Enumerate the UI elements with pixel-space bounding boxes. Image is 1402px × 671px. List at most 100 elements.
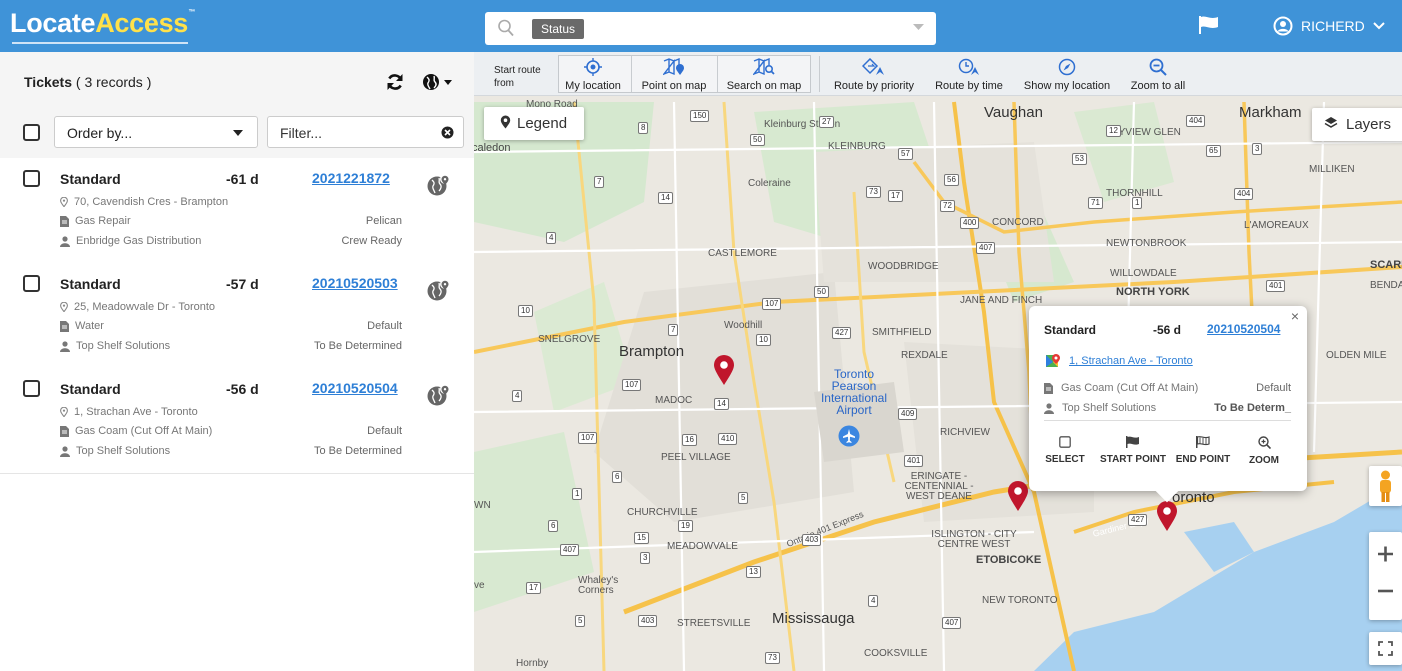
start-route-label: Start route from [494, 64, 541, 90]
show-my-location-button[interactable]: Show my location [1017, 52, 1117, 96]
filter-placeholder: Filter... [280, 125, 323, 141]
search-on-map-button[interactable]: Search on map [720, 52, 808, 96]
tickets-count: ( 3 records ) [75, 74, 152, 90]
map-label: COOKSVILLE [864, 648, 928, 659]
start-route-line2: from [494, 78, 514, 89]
order-by-select[interactable]: Order by... [54, 116, 258, 148]
map-label: MADOC [655, 395, 693, 406]
route-shield: 56 [944, 174, 959, 186]
airport-icon [838, 425, 860, 447]
map-pin-marker-selected[interactable] [1156, 500, 1178, 532]
map-label: ve [474, 580, 485, 591]
chevron-down-icon[interactable] [913, 24, 924, 31]
ticket-list-item[interactable]: Standard -57 d 20210520503 25, Meadowvale D… [0, 263, 474, 369]
map-label: WN [474, 500, 491, 511]
map-label: Toronto Pearson International Airport [820, 367, 888, 417]
popup-address-link[interactable]: 1, Strachan Ave - Toronto [1069, 355, 1193, 367]
my-location-button[interactable]: My location [558, 52, 628, 96]
map-label: SCARB [1370, 259, 1402, 271]
globe-location-icon[interactable] [426, 172, 452, 198]
globe-location-icon[interactable] [426, 382, 452, 408]
map-label: L'AMOREAUX [1244, 220, 1309, 231]
map-label: ETOBICOKE [976, 554, 1042, 566]
ticket-number-link[interactable]: 20210520504 [312, 380, 398, 396]
popup-end-point-button[interactable]: END POINT [1173, 436, 1233, 465]
globe-location-icon[interactable] [426, 277, 452, 303]
zoom-out-icon [1149, 58, 1167, 76]
ticket-company: Top Shelf Solutions [76, 340, 171, 352]
flag-icon[interactable] [1198, 15, 1220, 35]
route-toolbar: Start route from My location Point on map… [474, 52, 1402, 96]
document-icon [60, 215, 69, 227]
zoom-control [1369, 532, 1402, 620]
popup-select-button[interactable]: SELECT [1043, 436, 1087, 465]
legend-button[interactable]: Legend [484, 107, 584, 140]
tickets-title: Tickets ( 3 records ) [24, 74, 151, 90]
ticket-info-popup: × Standard -56 d 20210520504 1, Strachan… [1029, 306, 1307, 503]
caret-down-icon [233, 130, 243, 136]
route-shield: 14 [714, 398, 729, 410]
person-icon [1044, 402, 1054, 414]
ticket-number-link[interactable]: 2021221872 [312, 170, 390, 186]
ticket-list-item[interactable]: Standard -56 d 20210520504 1, Strachan Ave … [0, 368, 474, 474]
route-shield: 107 [762, 298, 782, 310]
ticket-checkbox[interactable] [23, 275, 40, 292]
clear-filter-icon[interactable] [441, 126, 454, 139]
close-icon[interactable]: × [1291, 308, 1299, 324]
map-label: NEW TORONTO [982, 595, 1058, 606]
user-menu[interactable]: RICHERD [1273, 16, 1385, 36]
map-view[interactable]: Mono Road caledon Kleinburg Station KLEINBU… [474, 52, 1402, 671]
route-shield: 10 [756, 334, 771, 346]
zoom-in-icon[interactable] [1369, 532, 1402, 576]
route-by-time-button[interactable]: Route by time [928, 52, 1010, 96]
route-shield: 107 [622, 379, 642, 391]
map-label: REXDALE [901, 350, 948, 361]
flag-icon [1126, 436, 1139, 448]
route-time-icon [958, 58, 979, 75]
layers-label: Layers [1346, 116, 1392, 133]
refresh-icon[interactable] [385, 72, 405, 92]
route-shield: 4 [868, 595, 879, 607]
popup-divider [1044, 420, 1291, 421]
chevron-down-icon [1373, 22, 1385, 30]
globe-dropdown-icon[interactable] [421, 72, 455, 92]
ticket-checkbox[interactable] [23, 170, 40, 187]
route-by-priority-button[interactable]: Route by priority [826, 52, 922, 96]
zoom-to-all-button[interactable]: Zoom to all [1123, 52, 1193, 96]
layers-icon [1324, 117, 1338, 128]
popup-ticket-number-link[interactable]: 20210520504 [1207, 322, 1280, 336]
popup-company-row: Top Shelf Solutions [1044, 402, 1156, 414]
street-view-pegman[interactable] [1369, 466, 1402, 506]
point-on-map-button[interactable]: Point on map [634, 52, 714, 96]
status-search-box[interactable]: Status [485, 12, 936, 45]
route-shield: 50 [750, 134, 765, 146]
google-maps-icon[interactable] [1044, 353, 1060, 369]
app-logo[interactable]: LocateAccess ™ [10, 8, 195, 44]
route-shield: 427 [1128, 514, 1148, 526]
filter-input[interactable]: Filter... [267, 116, 464, 148]
search-icon [498, 19, 514, 37]
layers-button[interactable]: Layers [1312, 108, 1402, 141]
zoom-in-icon [1257, 436, 1271, 449]
popup-zoom-button[interactable]: ZOOM [1243, 436, 1285, 466]
map-pin-marker[interactable] [713, 354, 735, 386]
select-all-checkbox[interactable] [23, 124, 40, 141]
popup-start-point-button[interactable]: START POINT [1097, 436, 1169, 465]
status-chip[interactable]: Status [532, 19, 585, 39]
fullscreen-button[interactable] [1369, 632, 1402, 665]
map-label: Vaughan [984, 104, 1043, 121]
ticket-days: -56 d [226, 381, 259, 397]
ticket-work-row: Gas Repair [60, 215, 131, 227]
ticket-checkbox[interactable] [23, 380, 40, 397]
map-pin-marker[interactable] [1007, 480, 1029, 512]
route-shield: 73 [765, 652, 780, 664]
route-shield: 13 [746, 566, 761, 578]
document-icon [1044, 382, 1053, 394]
ticket-right1: Default [367, 320, 402, 332]
ticket-number-link[interactable]: 20210520503 [312, 275, 398, 291]
map-label: CONCORD [992, 217, 1044, 228]
ticket-list-item[interactable]: Standard -61 d 2021221872 70, Cavendish Cre… [0, 158, 474, 264]
zoom-out-icon[interactable] [1369, 576, 1402, 620]
route-shield: 27 [819, 116, 834, 128]
logo-tm: ™ [188, 9, 196, 16]
